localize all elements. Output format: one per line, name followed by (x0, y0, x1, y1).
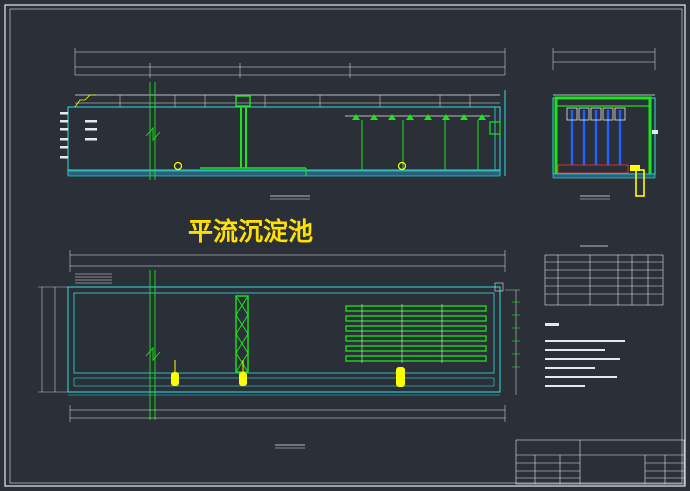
title-block (515, 439, 685, 485)
cross-section-view (552, 48, 658, 200)
equipment-table (544, 245, 664, 306)
section-view-icon (60, 48, 506, 200)
notes-block (545, 323, 625, 387)
cad-drawing-canvas: 平流沉淀池 (0, 0, 690, 491)
drawing-main-title: 平流沉淀池 (188, 217, 313, 246)
valve-icon (171, 367, 405, 387)
cad-drawing-svg: 平流沉淀池 (4, 4, 686, 487)
outer-frame (4, 4, 686, 487)
plan-view-icon (38, 250, 520, 449)
